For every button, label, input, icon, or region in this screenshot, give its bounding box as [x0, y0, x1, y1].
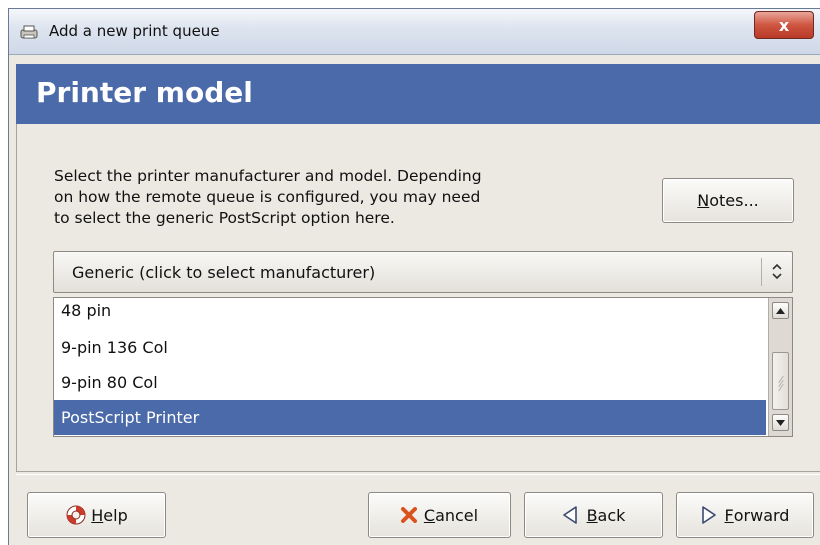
page-banner: Printer model	[16, 64, 820, 124]
manufacturer-combo[interactable]: Generic (click to select manufacturer)	[53, 251, 793, 293]
cross-icon	[400, 507, 417, 523]
combo-separator	[761, 258, 762, 286]
window-title: Add a new print queue	[49, 22, 220, 40]
close-button[interactable]: x	[754, 11, 814, 39]
left-arrow-icon	[562, 506, 577, 524]
chevron-updown-icon	[772, 263, 782, 280]
list-item[interactable]: 9-pin 136 Col	[54, 330, 766, 365]
printer-icon	[20, 25, 38, 39]
list-item-selected[interactable]: PostScript Printer	[54, 400, 766, 435]
cancel-mnemonic: C	[423, 505, 436, 525]
triangle-down-icon	[776, 419, 785, 426]
notes-label: otes...	[709, 191, 759, 210]
lifebuoy-icon	[66, 505, 86, 525]
model-list[interactable]: 48 pin 9-pin 136 Col 9-pin 80 Col PostSc…	[53, 297, 793, 437]
description-line: to select the generic PostScript option …	[54, 209, 395, 227]
page-title: Printer model	[36, 76, 253, 109]
list-item-label: 9-pin 80 Col	[61, 373, 158, 392]
back-mnemonic: B	[586, 505, 598, 525]
description-line: on how the remote queue is configured, y…	[54, 188, 481, 206]
cancel-button[interactable]: Cancel	[368, 492, 511, 538]
description-line: Select the printer manufacturer and mode…	[54, 167, 482, 185]
scroll-down-button[interactable]	[772, 414, 789, 431]
footer-separator	[16, 474, 820, 475]
manufacturer-value: Generic (click to select manufacturer)	[72, 263, 376, 282]
list-scrollbar[interactable]	[768, 298, 792, 436]
forward-button[interactable]: Forward	[676, 492, 814, 538]
dialog-window: Add a new print queue x Printer model Se…	[8, 8, 820, 545]
list-item-label: 48 pin	[61, 301, 112, 320]
notes-mnemonic: N	[697, 191, 710, 210]
back-button[interactable]: Back	[524, 492, 663, 538]
help-mnemonic: H	[91, 505, 104, 525]
help-label: elp	[103, 505, 128, 525]
triangle-up-icon	[776, 307, 785, 314]
notes-button[interactable]: Notes...	[662, 178, 794, 223]
title-bar[interactable]: Add a new print queue x	[9, 9, 820, 55]
right-arrow-icon	[701, 506, 716, 524]
close-label: x	[778, 15, 790, 35]
list-item[interactable]: 48 pin	[54, 298, 766, 328]
list-item-label: PostScript Printer	[61, 408, 200, 427]
forward-mnemonic: F	[724, 505, 734, 525]
list-item-label: 9-pin 136 Col	[61, 338, 168, 357]
scroll-up-button[interactable]	[772, 302, 789, 319]
forward-label: orward	[733, 505, 790, 525]
cancel-label: ancel	[435, 505, 479, 525]
scroll-thumb[interactable]	[772, 352, 789, 410]
help-button[interactable]: Help	[27, 492, 166, 538]
back-label: ack	[597, 505, 626, 525]
list-item[interactable]: 9-pin 80 Col	[54, 365, 766, 400]
description-text: Select the printer manufacturer and mode…	[54, 166, 614, 229]
